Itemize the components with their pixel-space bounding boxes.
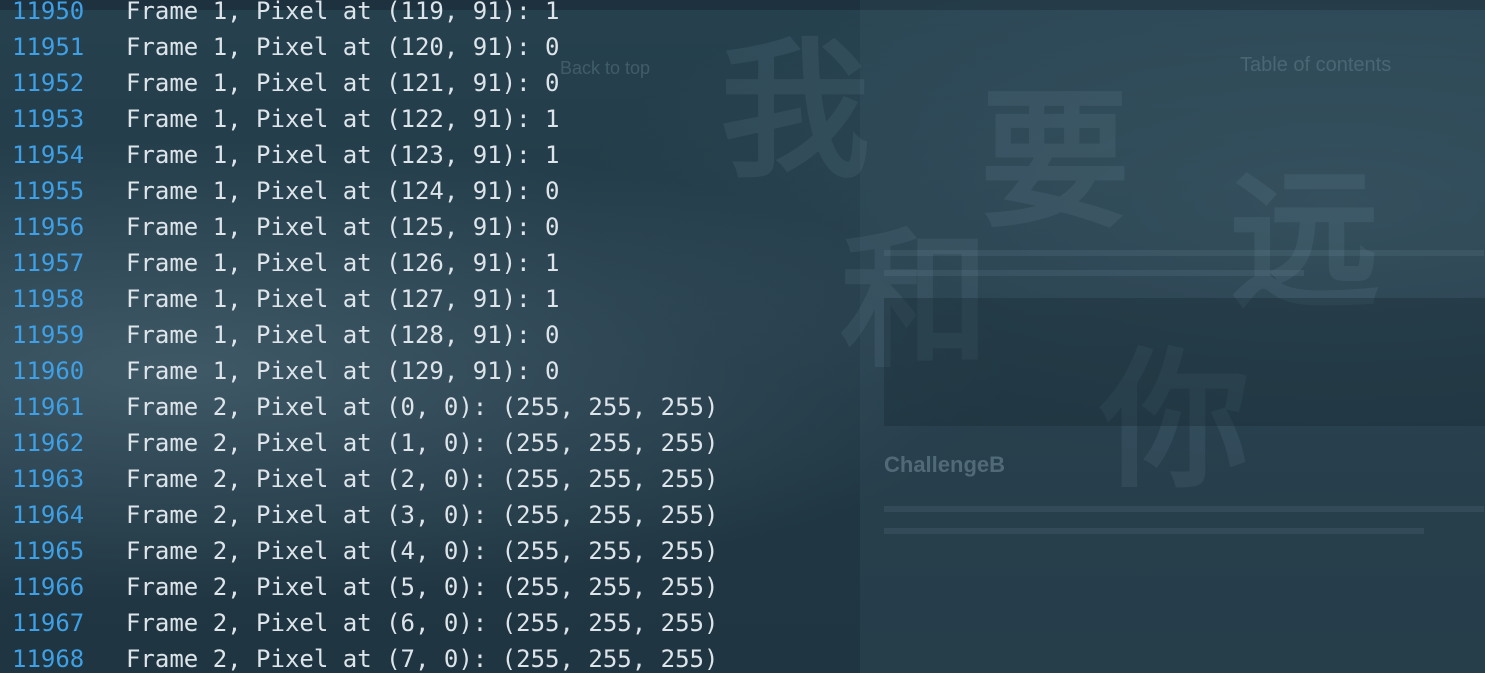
line-text: Frame 2, Pixel at (5, 0): (255, 255, 255…	[126, 573, 719, 601]
line-number: 11963	[12, 465, 85, 493]
line-number: 11959	[12, 321, 85, 349]
terminal-output[interactable]: 11950 Frame 1, Pixel at (119, 91): 1 11951…	[0, 0, 1485, 673]
line-number: 11968	[12, 645, 85, 673]
line-text: Frame 1, Pixel at (125, 91): 0	[126, 213, 560, 241]
line-text: Frame 1, Pixel at (123, 91): 1	[126, 141, 560, 169]
terminal-line: 11961 Frame 2, Pixel at (0, 0): (255, 255…	[0, 389, 1485, 425]
line-text: Frame 2, Pixel at (2, 0): (255, 255, 255…	[126, 465, 719, 493]
terminal-line: 11965 Frame 2, Pixel at (4, 0): (255, 255…	[0, 533, 1485, 569]
line-number: 11951	[12, 33, 85, 61]
line-text: Frame 1, Pixel at (126, 91): 1	[126, 249, 560, 277]
line-text: Frame 2, Pixel at (0, 0): (255, 255, 255…	[126, 393, 719, 421]
line-text: Frame 1, Pixel at (119, 91): 1	[126, 0, 560, 25]
line-text: Frame 2, Pixel at (7, 0): (255, 255, 255…	[126, 645, 719, 673]
line-number: 11955	[12, 177, 85, 205]
line-number: 11956	[12, 213, 85, 241]
terminal-line: 11951 Frame 1, Pixel at (120, 91): 0	[0, 29, 1485, 65]
terminal-line: 11950 Frame 1, Pixel at (119, 91): 1	[0, 0, 1485, 29]
terminal-line: 11956 Frame 1, Pixel at (125, 91): 0	[0, 209, 1485, 245]
line-text: Frame 2, Pixel at (3, 0): (255, 255, 255…	[126, 501, 719, 529]
terminal-line: 11963 Frame 2, Pixel at (2, 0): (255, 255…	[0, 461, 1485, 497]
line-text: Frame 1, Pixel at (128, 91): 0	[126, 321, 560, 349]
line-text: Frame 2, Pixel at (6, 0): (255, 255, 255…	[126, 609, 719, 637]
terminal-line: 11966 Frame 2, Pixel at (5, 0): (255, 255…	[0, 569, 1485, 605]
line-text: Frame 1, Pixel at (120, 91): 0	[126, 33, 560, 61]
line-number: 11961	[12, 393, 85, 421]
terminal-line: 11960 Frame 1, Pixel at (129, 91): 0	[0, 353, 1485, 389]
terminal-line: 11962 Frame 2, Pixel at (1, 0): (255, 255…	[0, 425, 1485, 461]
line-number: 11966	[12, 573, 85, 601]
line-text: Frame 2, Pixel at (4, 0): (255, 255, 255…	[126, 537, 719, 565]
terminal-line: 11964 Frame 2, Pixel at (3, 0): (255, 255…	[0, 497, 1485, 533]
terminal-line: 11952 Frame 1, Pixel at (121, 91): 0	[0, 65, 1485, 101]
line-number: 11953	[12, 105, 85, 133]
terminal-line: 11955 Frame 1, Pixel at (124, 91): 0	[0, 173, 1485, 209]
terminal-line: 11967 Frame 2, Pixel at (6, 0): (255, 255…	[0, 605, 1485, 641]
line-number: 11964	[12, 501, 85, 529]
line-number: 11962	[12, 429, 85, 457]
line-text: Frame 1, Pixel at (127, 91): 1	[126, 285, 560, 313]
line-number: 11952	[12, 69, 85, 97]
line-number: 11965	[12, 537, 85, 565]
terminal-line: 11959 Frame 1, Pixel at (128, 91): 0	[0, 317, 1485, 353]
line-number: 11960	[12, 357, 85, 385]
terminal-line: 11968 Frame 2, Pixel at (7, 0): (255, 255…	[0, 641, 1485, 673]
terminal-line: 11954 Frame 1, Pixel at (123, 91): 1	[0, 137, 1485, 173]
line-number: 11967	[12, 609, 85, 637]
line-number: 11957	[12, 249, 85, 277]
terminal-line: 11953 Frame 1, Pixel at (122, 91): 1	[0, 101, 1485, 137]
terminal-line: 11957 Frame 1, Pixel at (126, 91): 1	[0, 245, 1485, 281]
line-text: Frame 1, Pixel at (122, 91): 1	[126, 105, 560, 133]
line-number: 11954	[12, 141, 85, 169]
line-text: Frame 1, Pixel at (124, 91): 0	[126, 177, 560, 205]
line-text: Frame 1, Pixel at (129, 91): 0	[126, 357, 560, 385]
line-number: 11950	[12, 0, 85, 25]
terminal-line: 11958 Frame 1, Pixel at (127, 91): 1	[0, 281, 1485, 317]
line-text: Frame 1, Pixel at (121, 91): 0	[126, 69, 560, 97]
line-text: Frame 2, Pixel at (1, 0): (255, 255, 255…	[126, 429, 719, 457]
line-number: 11958	[12, 285, 85, 313]
